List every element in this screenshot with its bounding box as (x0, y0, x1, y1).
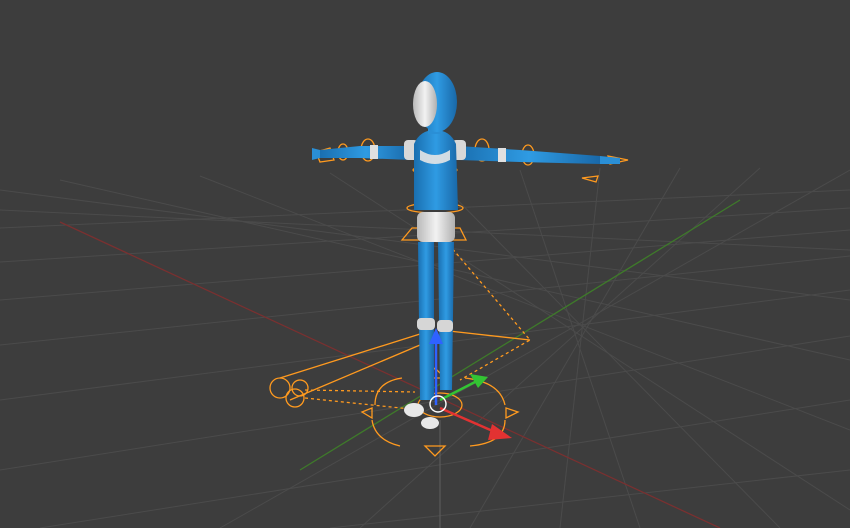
waist (417, 212, 455, 242)
face-visor (413, 81, 437, 127)
right-foot (421, 417, 439, 429)
torso (414, 130, 458, 210)
viewport-canvas[interactable] (0, 0, 850, 528)
left-foot (404, 403, 424, 417)
right-elbow (498, 148, 506, 162)
right-arm (458, 146, 600, 164)
right-knee (437, 320, 453, 332)
wrist-control-right[interactable] (581, 175, 599, 183)
y-axis-arrow-icon[interactable] (470, 374, 488, 388)
left-knee (417, 318, 435, 330)
3d-viewport[interactable] (0, 0, 850, 528)
pole-target-line (304, 397, 421, 411)
left-hand (312, 148, 320, 160)
leg-ik-guide (439, 329, 531, 341)
arrow-right-icon[interactable] (505, 407, 520, 420)
leg-ik-guide (279, 333, 421, 379)
right-leg (438, 242, 454, 390)
pole-target-control[interactable] (291, 379, 309, 397)
arrow-left-icon[interactable] (360, 407, 373, 420)
left-arm (320, 146, 412, 160)
pole-target-line (304, 389, 416, 393)
leg-ik-guide (289, 344, 421, 401)
left-elbow (370, 145, 378, 159)
